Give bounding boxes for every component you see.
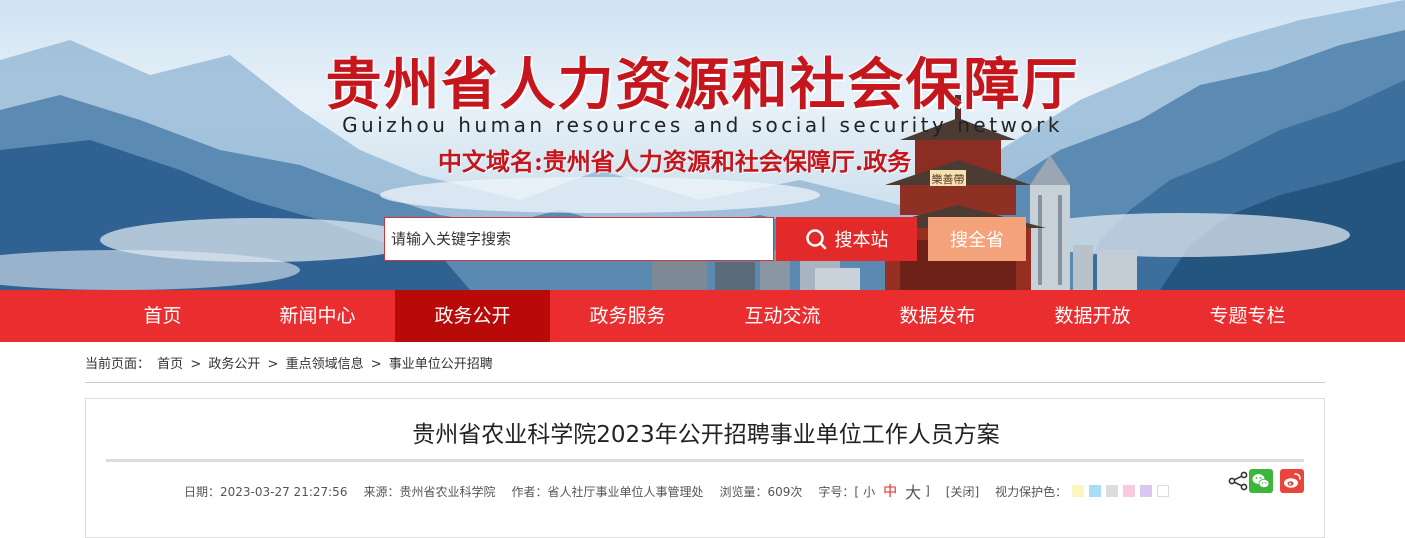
nav-item-topics[interactable]: 专题专栏 [1170,290,1325,342]
swatch-purple[interactable] [1140,485,1153,497]
pavilion-sign: 樂善帶 [932,172,965,186]
eye-protect-label: 视力保护色： [995,484,1068,499]
breadcrumb-separator: > [190,357,202,372]
search-site-label: 搜本站 [834,230,889,251]
font-size-bracket: ] [925,484,930,498]
header-banner: 樂善帶 贵州省人力资源和社会保障厅 Guizhou human resource… [0,0,1405,290]
breadcrumb-key-info[interactable]: 重点领域信息 [286,357,364,372]
swatch-pink[interactable] [1123,485,1136,497]
article-panel: 贵州省农业科学院2023年公开招聘事业单位工作人员方案 日期：2023-03-2… [85,398,1325,538]
site-title: 贵州省人力资源和社会保障厅 [325,52,1080,118]
search-province-button[interactable]: 搜全省 [928,217,1026,261]
meta-author: 作者：省人社厅事业单位人事管理处 [511,484,704,499]
swatch-white[interactable] [1157,485,1170,497]
search-box [384,217,785,261]
nav-item-gov-affairs[interactable]: 政务公开 [395,290,550,342]
font-size-medium[interactable]: 中 [883,481,897,501]
meta-views: 浏览量：609次 [719,484,803,499]
site-domain-label: 中文域名:贵州省人力资源和社会保障厅.政务 [438,147,912,176]
nav-item-gov-services[interactable]: 政务服务 [550,290,705,342]
breadcrumb-separator: > [267,357,279,372]
search-province-label: 搜全省 [950,230,1004,251]
breadcrumb-home[interactable]: 首页 [157,357,183,372]
breadcrumb-gov-affairs[interactable]: 政务公开 [208,357,260,372]
swatch-yellow[interactable] [1072,485,1085,497]
share-icon[interactable] [1226,469,1250,493]
search-site-button[interactable]: 搜本站 [776,217,917,261]
breadcrumb-divider [85,382,1325,383]
nav-item-home[interactable]: 首页 [85,290,240,342]
swatch-gray[interactable] [1106,485,1119,497]
wechat-icon[interactable] [1249,469,1273,493]
meta-date: 日期：2023-03-27 21:27:56 [184,484,348,499]
search-icon [805,229,826,250]
breadcrumb-recruitment[interactable]: 事业单位公开招聘 [389,357,493,372]
font-size-small[interactable]: 小 [863,483,875,500]
search-input[interactable] [385,218,785,260]
breadcrumb: 当前页面： 首页 > 政务公开 > 重点领域信息 > 事业单位公开招聘 [85,353,496,372]
breadcrumb-prefix: 当前页面： [85,357,151,372]
article-title: 贵州省农业科学院2023年公开招聘事业单位工作人员方案 [412,422,1000,448]
site-subtitle: Guizhou human resources and social secur… [342,113,1063,137]
swatch-blue[interactable] [1089,485,1102,497]
weibo-icon[interactable] [1280,469,1304,493]
font-size-label: 字号：[ [818,484,860,499]
nav-item-interaction[interactable]: 互动交流 [705,290,860,342]
breadcrumb-separator: > [370,357,382,372]
nav-item-news[interactable]: 新闻中心 [240,290,395,342]
main-nav: 首页 新闻中心 政务公开 政务服务 互动交流 数据发布 数据开放 专题专栏 [0,290,1405,342]
nav-item-data-open[interactable]: 数据开放 [1015,290,1170,342]
article-meta: 日期：2023-03-27 21:27:56 来源：贵州省农业科学院 作者：省人… [184,479,1170,503]
close-link[interactable]: [关闭] [946,483,979,500]
title-divider [106,459,1304,462]
font-size-large[interactable]: 大 [905,479,921,503]
meta-source: 来源：贵州省农业科学院 [363,484,496,499]
nav-item-data-release[interactable]: 数据发布 [860,290,1015,342]
